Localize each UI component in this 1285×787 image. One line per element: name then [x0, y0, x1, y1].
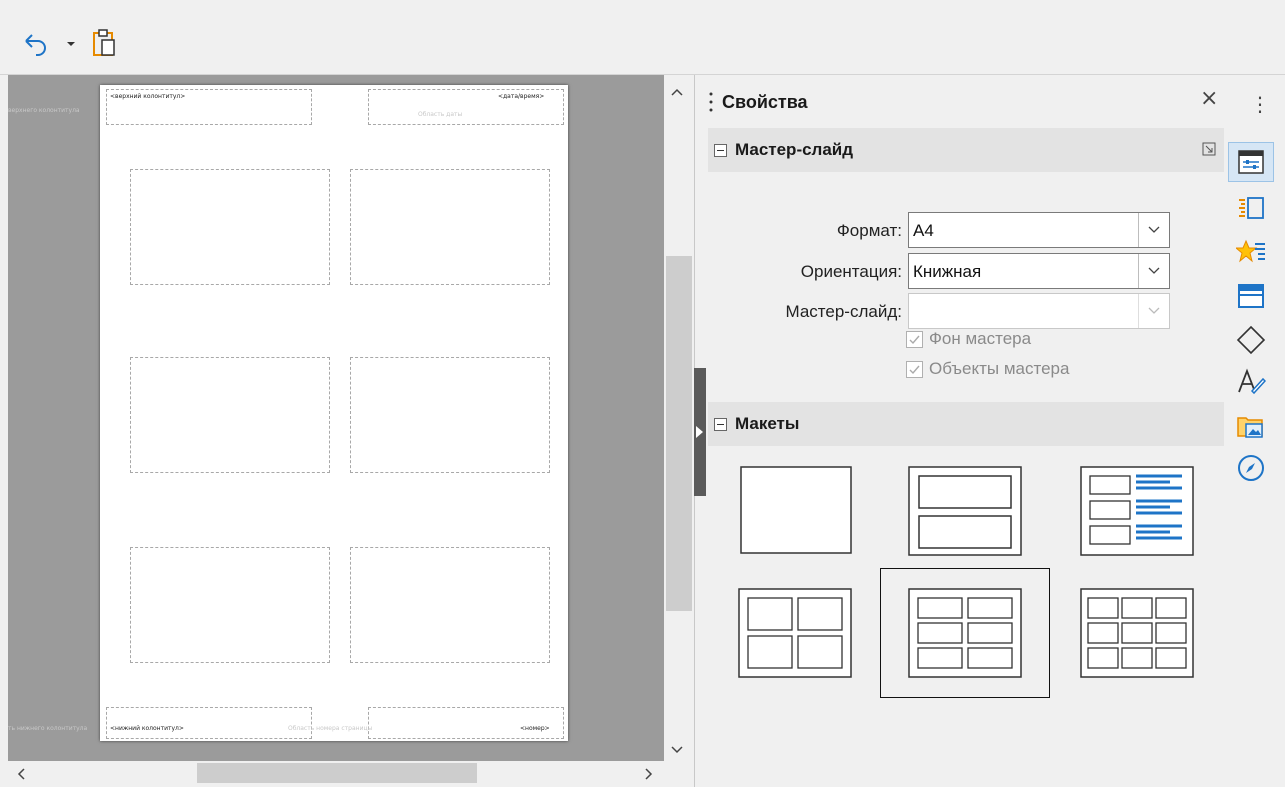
slide-placeholder[interactable] — [350, 169, 550, 285]
sidebar-collapse-handle[interactable] — [694, 368, 706, 496]
orientation-select[interactable]: Книжная — [908, 253, 1170, 289]
paste-icon[interactable] — [88, 26, 120, 60]
sidebar-menu-icon[interactable]: ⋮ — [1250, 92, 1270, 116]
master-slides-icon[interactable] — [1228, 276, 1274, 316]
slide-placeholder[interactable] — [350, 357, 550, 473]
master-slide-label: Мастер-слайд: — [785, 302, 903, 321]
chevron-down-icon[interactable] — [1138, 213, 1169, 247]
master-slide-section-title: Мастер-слайд — [735, 140, 854, 159]
chevron-down-icon[interactable] — [64, 36, 78, 52]
animation-icon[interactable] — [1228, 232, 1274, 272]
layout-3-slides-notes[interactable] — [1080, 466, 1194, 556]
chevron-down-icon[interactable] — [1138, 254, 1169, 288]
layouts-section-header[interactable]: Макеты — [708, 402, 1224, 446]
format-label: Формат: — [836, 221, 902, 240]
styles-icon[interactable] — [1228, 362, 1274, 402]
footer-placeholder[interactable] — [106, 707, 312, 739]
layout-4-slides[interactable] — [738, 588, 852, 678]
document-canvas[interactable]: верхнего колонтитула ть нижнего колонтит… — [8, 75, 664, 761]
handout-page[interactable]: <верхний колонтитул> <дата/время> Област… — [100, 85, 568, 741]
master-background-label: Фон мастера — [929, 329, 1032, 348]
undo-icon[interactable] — [20, 28, 52, 60]
page-number-placeholder[interactable] — [368, 707, 564, 739]
gallery-icon[interactable] — [1228, 406, 1274, 446]
format-value: A4 — [913, 221, 934, 240]
footer-left-text: <нижний колонтитул> — [110, 725, 184, 732]
toolbar — [0, 0, 1285, 75]
more-options-icon[interactable] — [1202, 142, 1216, 161]
scroll-right-icon[interactable] — [644, 767, 654, 786]
master-background-checkbox[interactable]: Фон мастера — [906, 329, 1031, 349]
collapse-icon[interactable] — [714, 417, 727, 431]
properties-icon[interactable] — [1228, 142, 1274, 182]
layout-2-slides[interactable] — [908, 466, 1022, 556]
shapes-icon[interactable] — [1228, 320, 1274, 360]
header-left-text: <верхний колонтитул> — [110, 93, 186, 100]
footer-area-ghost-label: ть нижнего колонтитула — [8, 725, 88, 732]
checkbox-icon[interactable] — [906, 330, 923, 348]
chevron-down-icon[interactable] — [1138, 294, 1169, 328]
navigator-icon[interactable] — [1228, 448, 1274, 488]
layout-1-slide[interactable] — [740, 466, 852, 554]
layouts-section-title: Макеты — [735, 414, 800, 433]
orientation-value: Книжная — [913, 262, 982, 281]
scroll-up-icon[interactable] — [670, 82, 684, 101]
header-right-text: <дата/время> — [498, 93, 545, 100]
slide-placeholder[interactable] — [130, 547, 330, 663]
horizontal-scrollbar-thumb[interactable] — [197, 763, 477, 783]
header-area-ghost-label: верхнего колонтитула — [8, 107, 80, 114]
master-slide-select[interactable] — [908, 293, 1170, 329]
date-area-label: Область даты — [418, 111, 463, 118]
format-select[interactable]: A4 — [908, 212, 1170, 248]
checkbox-icon[interactable] — [906, 360, 923, 378]
slide-placeholder[interactable] — [130, 169, 330, 285]
layout-9-slides[interactable] — [1080, 588, 1194, 678]
layout-6-slides-selected[interactable] — [880, 568, 1050, 698]
orientation-label: Ориентация: — [800, 262, 902, 281]
footer-right-text: <номер> — [520, 725, 550, 732]
master-objects-label: Объекты мастера — [929, 359, 1070, 378]
properties-panel: Мастер-слайд Формат: A4 Ориентация: Книж… — [708, 80, 1224, 787]
slide-placeholder[interactable] — [130, 357, 330, 473]
scroll-down-icon[interactable] — [670, 740, 684, 759]
slide-transition-icon[interactable] — [1228, 188, 1274, 228]
page-number-area-label: Область номера страницы — [288, 725, 373, 732]
master-objects-checkbox[interactable]: Объекты мастера — [906, 359, 1069, 379]
master-slide-section-header[interactable]: Мастер-слайд — [708, 128, 1224, 172]
slide-placeholder[interactable] — [350, 547, 550, 663]
scroll-left-icon[interactable] — [16, 767, 26, 786]
vertical-scrollbar-thumb[interactable] — [666, 256, 692, 611]
collapse-icon[interactable] — [714, 143, 727, 157]
